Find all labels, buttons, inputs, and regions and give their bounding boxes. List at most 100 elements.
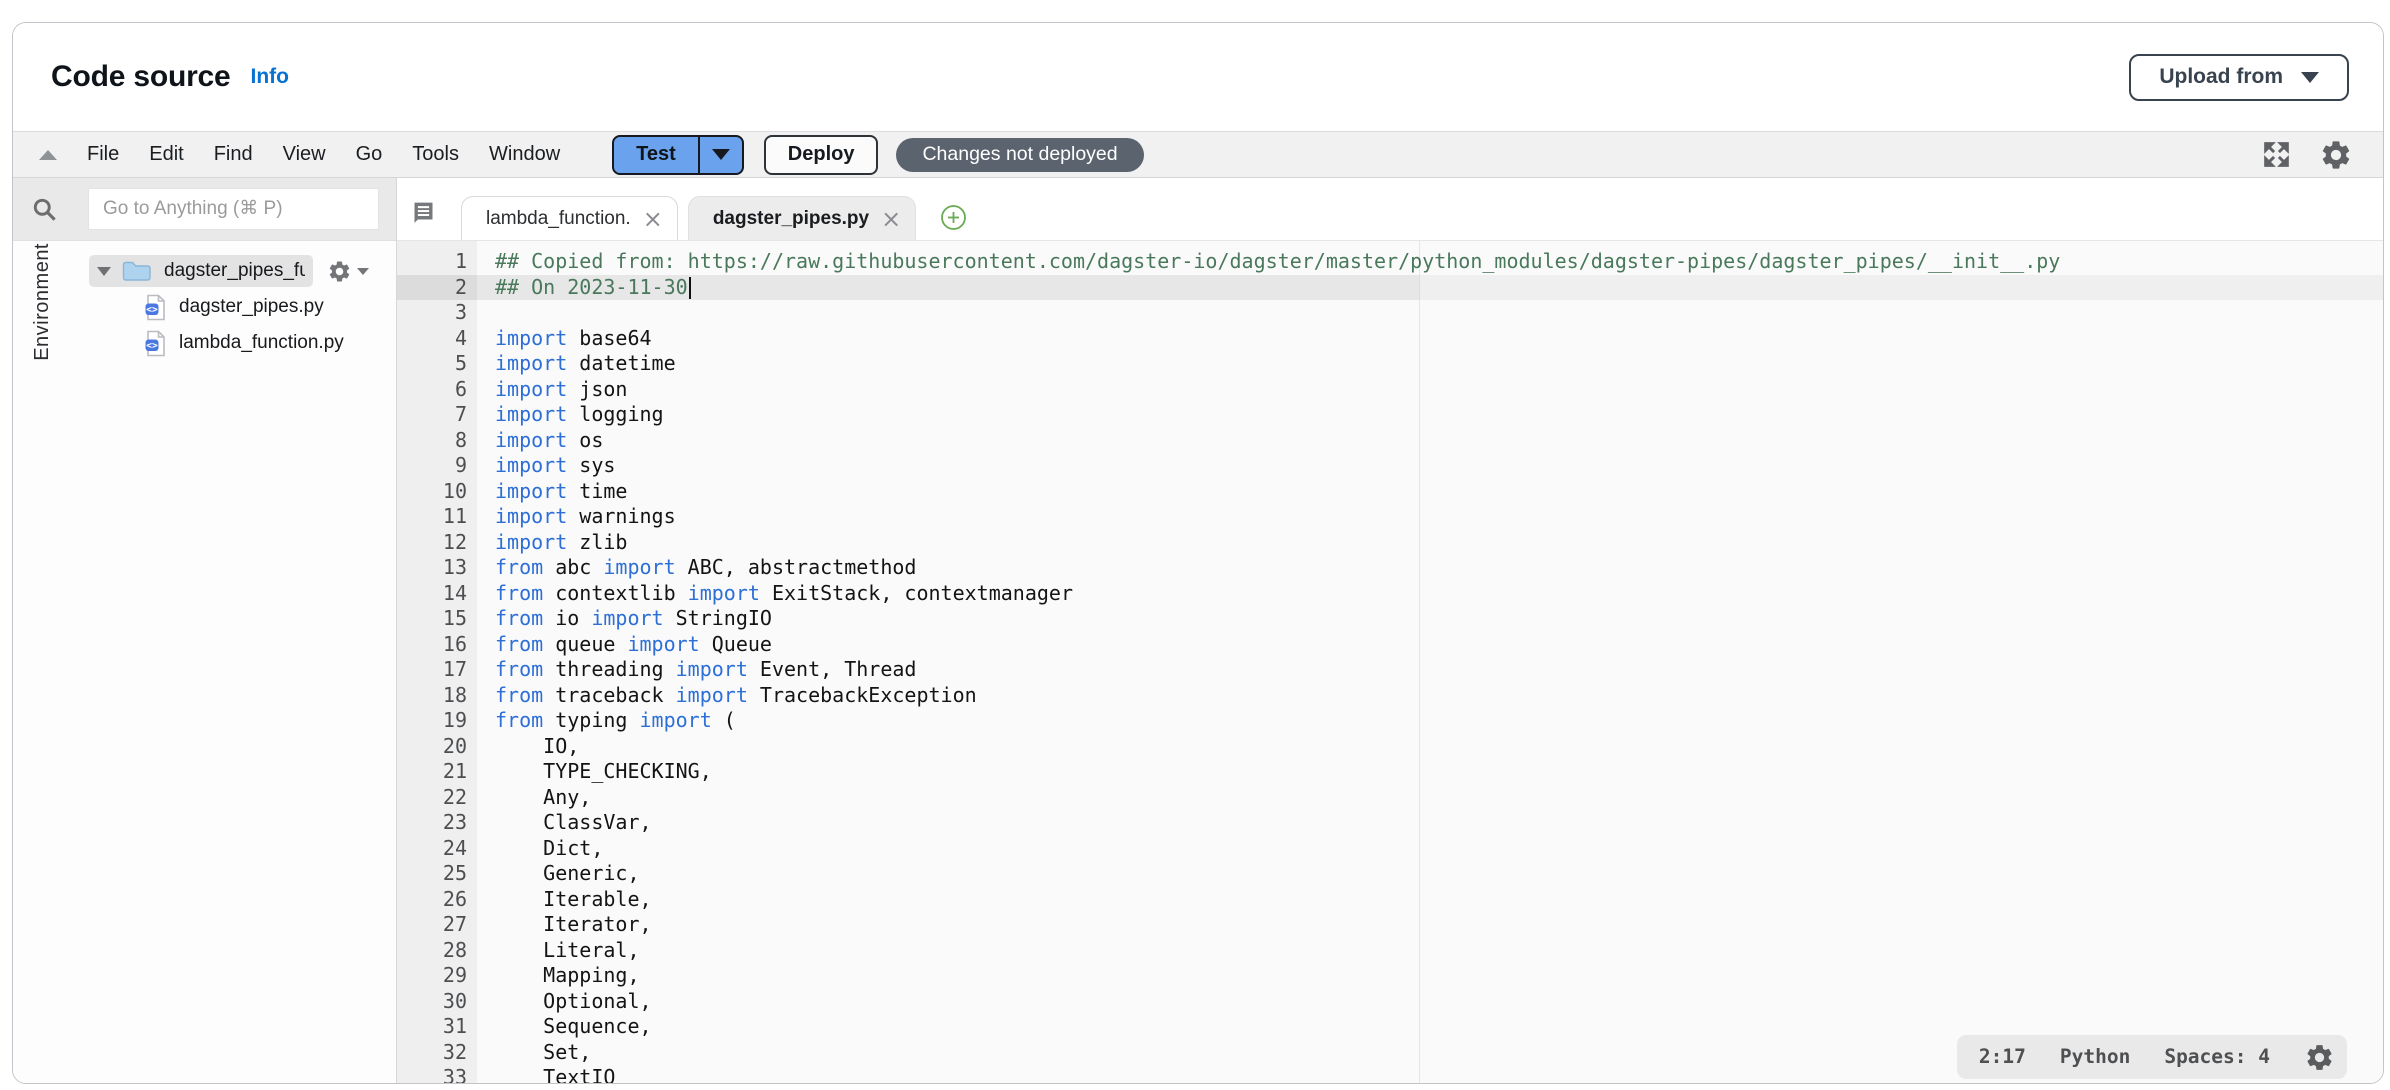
code-line-text[interactable]: TYPE_CHECKING, (477, 759, 2383, 785)
code-line-25[interactable]: 25 Generic, (397, 861, 2383, 887)
code-line-text[interactable]: ClassVar, (477, 810, 2383, 836)
line-number[interactable]: 10 (397, 479, 477, 505)
language-mode[interactable]: Python (2060, 1044, 2130, 1070)
line-number[interactable]: 26 (397, 887, 477, 913)
line-number[interactable]: 23 (397, 810, 477, 836)
folder-item[interactable]: dagster_pipes_funct (89, 255, 313, 287)
line-number[interactable]: 30 (397, 989, 477, 1015)
code-line-21[interactable]: 21 TYPE_CHECKING, (397, 759, 2383, 785)
goto-anything-input[interactable] (88, 188, 379, 230)
code-line-5[interactable]: 5import datetime (397, 351, 2383, 377)
line-number[interactable]: 27 (397, 912, 477, 938)
search-icon[interactable] (31, 196, 58, 223)
code-line-29[interactable]: 29 Mapping, (397, 963, 2383, 989)
code-line-12[interactable]: 12import zlib (397, 530, 2383, 556)
code-line-2[interactable]: 2## On 2023-11-30 (397, 275, 2383, 301)
line-number[interactable]: 18 (397, 683, 477, 709)
code-line-17[interactable]: 17from threading import Event, Thread (397, 657, 2383, 683)
code-line-19[interactable]: 19from typing import ( (397, 708, 2383, 734)
code-line-text[interactable]: Iterable, (477, 887, 2383, 913)
line-number[interactable]: 14 (397, 581, 477, 607)
code-line-text[interactable]: import time (477, 479, 2383, 505)
code-line-22[interactable]: 22 Any, (397, 785, 2383, 811)
code-line-9[interactable]: 9import sys (397, 453, 2383, 479)
menu-item-edit[interactable]: Edit (149, 143, 183, 166)
code-line-26[interactable]: 26 Iterable, (397, 887, 2383, 913)
line-number[interactable]: 4 (397, 326, 477, 352)
code-line-3[interactable]: 3 (397, 300, 2383, 326)
line-number[interactable]: 3 (397, 300, 477, 326)
code-line-10[interactable]: 10import time (397, 479, 2383, 505)
line-number[interactable]: 24 (397, 836, 477, 862)
code-editor[interactable]: 1## Copied from: https://raw.githubuserc… (397, 241, 2383, 1084)
code-line-16[interactable]: 16from queue import Queue (397, 632, 2383, 658)
code-line-13[interactable]: 13from abc import ABC, abstractmethod (397, 555, 2383, 581)
tab-lambda_function-[interactable]: lambda_function.× (461, 196, 678, 240)
collapse-panel-icon[interactable] (39, 150, 57, 160)
code-line-text[interactable]: import json (477, 377, 2383, 403)
info-link[interactable]: Info (251, 65, 289, 89)
code-line-15[interactable]: 15from io import StringIO (397, 606, 2383, 632)
cursor-position[interactable]: 2:17 (1979, 1044, 2026, 1070)
line-number[interactable]: 11 (397, 504, 477, 530)
menu-item-view[interactable]: View (283, 143, 326, 166)
code-line-text[interactable] (477, 300, 2383, 326)
menu-item-find[interactable]: Find (214, 143, 253, 166)
close-icon[interactable]: × (881, 207, 901, 231)
code-line-18[interactable]: 18from traceback import TracebackExcepti… (397, 683, 2383, 709)
folder-disclosure-icon[interactable] (97, 267, 111, 276)
line-number[interactable]: 12 (397, 530, 477, 556)
code-line-text[interactable]: import warnings (477, 504, 2383, 530)
deploy-button[interactable]: Deploy (764, 135, 879, 175)
line-number[interactable]: 25 (397, 861, 477, 887)
line-number[interactable]: 33 (397, 1065, 477, 1084)
code-line-text[interactable]: Literal, (477, 938, 2383, 964)
code-line-text[interactable]: import os (477, 428, 2383, 454)
code-line-text[interactable]: from threading import Event, Thread (477, 657, 2383, 683)
line-number[interactable]: 31 (397, 1014, 477, 1040)
code-line-28[interactable]: 28 Literal, (397, 938, 2383, 964)
code-line-7[interactable]: 7import logging (397, 402, 2383, 428)
settings-gear-icon[interactable] (2319, 138, 2353, 172)
folder-settings-button[interactable] (327, 259, 369, 284)
tab-list-icon[interactable] (410, 197, 437, 224)
code-line-30[interactable]: 30 Optional, (397, 989, 2383, 1015)
line-number[interactable]: 32 (397, 1040, 477, 1066)
upload-from-button[interactable]: Upload from (2129, 54, 2349, 101)
code-line-24[interactable]: 24 Dict, (397, 836, 2383, 862)
line-number[interactable]: 28 (397, 938, 477, 964)
line-number[interactable]: 8 (397, 428, 477, 454)
line-number[interactable]: 7 (397, 402, 477, 428)
line-number[interactable]: 9 (397, 453, 477, 479)
line-number[interactable]: 19 (397, 708, 477, 734)
code-line-4[interactable]: 4import base64 (397, 326, 2383, 352)
line-number[interactable]: 15 (397, 606, 477, 632)
line-number[interactable]: 20 (397, 734, 477, 760)
code-line-text[interactable]: Mapping, (477, 963, 2383, 989)
line-number[interactable]: 22 (397, 785, 477, 811)
menu-item-go[interactable]: Go (356, 143, 383, 166)
code-line-text[interactable]: import datetime (477, 351, 2383, 377)
code-line-text[interactable]: Dict, (477, 836, 2383, 862)
code-line-14[interactable]: 14from contextlib import ExitStack, cont… (397, 581, 2383, 607)
line-number[interactable]: 13 (397, 555, 477, 581)
code-line-text[interactable]: ## On 2023-11-30 (477, 275, 2383, 301)
code-line-23[interactable]: 23 ClassVar, (397, 810, 2383, 836)
line-number[interactable]: 2 (397, 275, 477, 301)
code-line-text[interactable]: from typing import ( (477, 708, 2383, 734)
line-number[interactable]: 5 (397, 351, 477, 377)
line-number[interactable]: 17 (397, 657, 477, 683)
menu-item-file[interactable]: File (87, 143, 119, 166)
code-line-11[interactable]: 11import warnings (397, 504, 2383, 530)
code-line-text[interactable]: ## Copied from: https://raw.githubuserco… (477, 249, 2383, 275)
code-line-text[interactable]: IO, (477, 734, 2383, 760)
code-line-8[interactable]: 8import os (397, 428, 2383, 454)
code-line-6[interactable]: 6import json (397, 377, 2383, 403)
code-line-text[interactable]: import zlib (477, 530, 2383, 556)
line-number[interactable]: 21 (397, 759, 477, 785)
code-line-text[interactable]: Any, (477, 785, 2383, 811)
file-dagster_pipes.py[interactable]: dagster_pipes.py (71, 289, 396, 325)
code-line-text[interactable]: from traceback import TracebackException (477, 683, 2383, 709)
file-lambda_function.py[interactable]: lambda_function.py (71, 325, 396, 361)
menu-item-window[interactable]: Window (489, 143, 560, 166)
